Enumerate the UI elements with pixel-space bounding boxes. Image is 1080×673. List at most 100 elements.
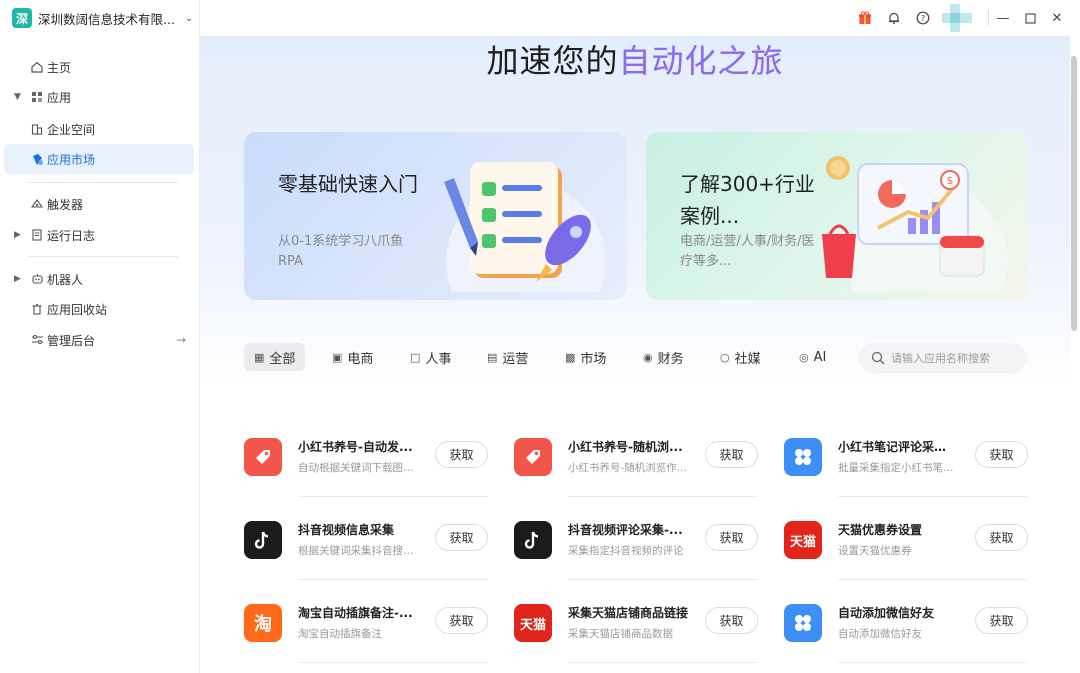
apps-grid-icon xyxy=(30,90,44,104)
row-divider xyxy=(838,579,1028,580)
four-petal-icon xyxy=(784,604,822,642)
get-button[interactable]: 获取 xyxy=(975,607,1028,634)
sidebar-item-enterprise-space[interactable]: 企业空间 xyxy=(4,114,194,144)
help-icon[interactable]: ? xyxy=(915,10,931,26)
tab-label: 社媒 xyxy=(734,351,761,367)
trigger-icon xyxy=(30,197,44,211)
app-desc: 采集天猫店铺商品数据 xyxy=(568,628,673,640)
tab-marketing[interactable]: ▩ 市场 xyxy=(555,343,616,371)
get-button[interactable]: 获取 xyxy=(705,524,758,551)
get-button[interactable]: 获取 xyxy=(975,524,1028,551)
caret-down-icon[interactable]: ▼ xyxy=(14,92,21,102)
svg-text:$: $ xyxy=(947,174,954,187)
tab-all[interactable]: ▦ 全部 xyxy=(244,343,306,371)
sidebar-item-apps[interactable]: ▼ 应用 xyxy=(4,82,194,112)
sidebar-item-robot[interactable]: ▶ 机器人 xyxy=(4,264,194,294)
app-card[interactable]: 天猫 天猫优惠券设置 设置天猫优惠券 获取 xyxy=(784,517,1028,580)
get-button[interactable]: 获取 xyxy=(435,524,488,551)
sidebar-item-label: 应用市场 xyxy=(47,152,96,167)
tmall-icon: 天猫 xyxy=(784,521,822,559)
caret-right-icon[interactable]: ▶ xyxy=(14,230,21,240)
sidebar-item-label: 应用 xyxy=(47,90,72,105)
app-desc: 淘宝自动插旗备注 xyxy=(298,628,382,640)
tab-label: 全部 xyxy=(269,351,296,367)
arrow-right-icon[interactable]: → xyxy=(176,333,186,347)
titlebar: ? — ✕ xyxy=(200,0,1080,36)
org-switcher[interactable]: 深 深圳数阔信息技术有限... ⌄ xyxy=(12,8,193,28)
analytics-shopping-illustration: $ xyxy=(822,156,1008,292)
get-button[interactable]: 获取 xyxy=(435,441,488,468)
tab-social-media[interactable]: ○ 社媒 xyxy=(710,343,771,371)
get-button[interactable]: 获取 xyxy=(975,441,1028,468)
app-card[interactable]: 小红书养号-随机浏... 小红书养号-随机浏览作... 获取 xyxy=(514,434,758,497)
sidebar-item-trigger[interactable]: 触发器 xyxy=(4,189,194,219)
get-button[interactable]: 获取 xyxy=(435,607,488,634)
scrollbar[interactable] xyxy=(1071,56,1077,331)
person-card-icon: □ xyxy=(410,350,421,364)
app-desc: 自动添加微信好友 xyxy=(838,628,922,640)
banner-subtitle: 电商/运营/人事/财务/医疗等多... xyxy=(680,234,815,269)
tab-label: 市场 xyxy=(580,351,607,367)
app-card[interactable]: 自动添加微信好友 自动添加微信好友 获取 xyxy=(784,600,1028,663)
app-card[interactable]: 抖音视频信息采集 根据关键词采集抖音搜索... 获取 xyxy=(244,517,488,580)
app-desc: 根据关键词采集抖音搜索... xyxy=(298,545,420,557)
titlebar-divider xyxy=(988,10,989,26)
banner-quick-start[interactable]: 零基础快速入门 从0-1系统学习八爪鱼RPA xyxy=(244,132,626,300)
tmall-icon: 天猫 xyxy=(514,604,552,642)
app-desc: 小红书养号-随机浏览作... xyxy=(568,462,687,474)
main-content: 加速您的自动化之旅 零基础快速入门 从0-1系统学习八爪鱼RPA 了解300+行… xyxy=(200,36,1070,673)
app-card[interactable]: 小红书养号-自动发... 自动根据关键词下载图片... 获取 xyxy=(244,434,488,497)
banner-industry-cases[interactable]: 了解300+行业案例... 电商/运营/人事/财务/医疗等多... $ xyxy=(646,132,1028,300)
home-icon xyxy=(30,60,44,74)
sidebar-item-label: 管理后台 xyxy=(47,333,96,348)
app-card[interactable]: 天猫 采集天猫店铺商品链接 采集天猫店铺商品数据 获取 xyxy=(514,600,758,663)
sidebar-item-admin[interactable]: 管理后台 → xyxy=(4,325,194,355)
app-desc: 设置天猫优惠券 xyxy=(838,545,912,557)
search-input[interactable] xyxy=(891,351,1021,365)
avatar[interactable] xyxy=(942,4,972,32)
row-divider xyxy=(568,496,758,497)
get-button[interactable]: 获取 xyxy=(705,607,758,634)
chevron-down-icon: ⌄ xyxy=(184,12,194,24)
app-desc: 采集指定抖音视频的评论 xyxy=(568,545,684,557)
maximize-icon[interactable] xyxy=(1022,10,1038,26)
gift-icon[interactable] xyxy=(857,10,873,26)
app-name: 抖音视频评论采集-... xyxy=(568,523,683,537)
get-button[interactable]: 获取 xyxy=(705,441,758,468)
app-card[interactable]: 淘 淘宝自动插旗备注-... 淘宝自动插旗备注 获取 xyxy=(244,600,488,663)
ai-icon: ◎ xyxy=(799,350,809,364)
caret-right-icon[interactable]: ▶ xyxy=(14,274,21,284)
app-name: 小红书笔记评论采集... xyxy=(838,440,958,454)
org-name: 深圳数阔信息技术有限... xyxy=(38,11,175,27)
sidebar-item-label: 运行日志 xyxy=(47,228,96,243)
grid-icon: ▦ xyxy=(254,350,265,364)
app-card[interactable]: 小红书笔记评论采集... 批量采集指定小红书笔记... 获取 xyxy=(784,434,1028,497)
row-divider xyxy=(838,662,1028,663)
bell-icon[interactable] xyxy=(886,10,902,26)
tab-label: 财务 xyxy=(657,351,684,367)
row-divider xyxy=(838,496,1028,497)
close-icon[interactable]: ✕ xyxy=(1049,10,1065,26)
sidebar-item-label: 应用回收站 xyxy=(47,302,108,317)
tab-ecommerce[interactable]: ▣ 电商 xyxy=(322,343,383,371)
hero-title-prefix: 加速您的 xyxy=(486,42,619,80)
tab-operations[interactable]: ▤ 运营 xyxy=(477,343,538,371)
row-divider xyxy=(568,579,758,580)
sidebar-item-app-market[interactable]: 应用市场 xyxy=(4,144,194,174)
app-card[interactable]: 抖音视频评论采集-... 采集指定抖音视频的评论 获取 xyxy=(514,517,758,580)
tab-label: 电商 xyxy=(347,351,374,367)
sidebar-item-home[interactable]: 主页 xyxy=(4,52,194,82)
sidebar-item-recycle-bin[interactable]: 应用回收站 xyxy=(4,294,194,324)
tiktok-icon xyxy=(244,521,282,559)
sidebar-divider xyxy=(28,256,178,257)
building-icon xyxy=(30,122,44,136)
sidebar-item-run-log[interactable]: ▶ 运行日志 xyxy=(4,220,194,250)
minimize-icon[interactable]: — xyxy=(995,10,1011,26)
tab-ai[interactable]: ◎ AI xyxy=(789,343,836,371)
tab-hr[interactable]: □ 人事 xyxy=(400,343,461,371)
four-petal-icon xyxy=(784,438,822,476)
search-icon xyxy=(871,351,885,365)
tab-finance[interactable]: ◉ 财务 xyxy=(633,343,694,371)
sidebar-item-label: 企业空间 xyxy=(47,122,96,137)
search-box[interactable] xyxy=(859,343,1027,373)
